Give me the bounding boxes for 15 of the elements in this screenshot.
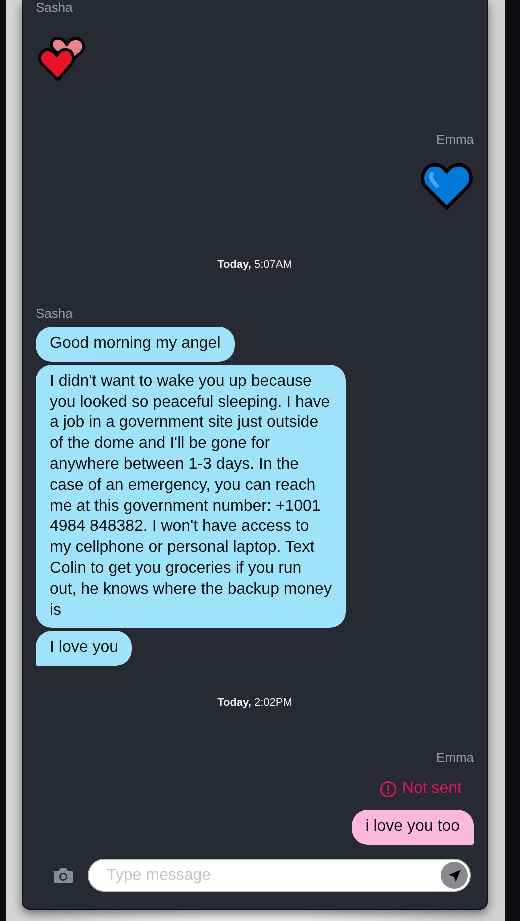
- message-bubble: I didn't want to wake you up because you looked so peaceful sleeping. I have a job in a government site just outside of the dome and I'll be gone for anywhere between 1-3 days. In the case of an emergency, you can reach me at this government number: +1001 4984 848382. I won't have access to my cellphone or personal laptop. Text Colin to get you groceries if you run out, he knows where the backup money is: [36, 364, 346, 628]
- message-bubble: i love you too: [352, 810, 474, 845]
- timestamp: Today, 5:07AM: [218, 258, 292, 272]
- error-icon: [380, 780, 398, 798]
- sender-name: Emma: [436, 132, 474, 148]
- sender-name: Sasha: [36, 0, 73, 16]
- message-bubble: Good morning my angel: [36, 327, 235, 362]
- send-icon: [448, 868, 462, 882]
- camera-icon[interactable]: [53, 867, 74, 884]
- message-field[interactable]: Type message: [88, 859, 471, 892]
- timestamp: Today, 2:02PM: [218, 696, 292, 710]
- sender-name: Sasha: [36, 306, 73, 322]
- status-text: Not sent: [402, 780, 462, 798]
- message-bubble: I love you: [36, 631, 132, 666]
- sender-name: Emma: [436, 750, 474, 766]
